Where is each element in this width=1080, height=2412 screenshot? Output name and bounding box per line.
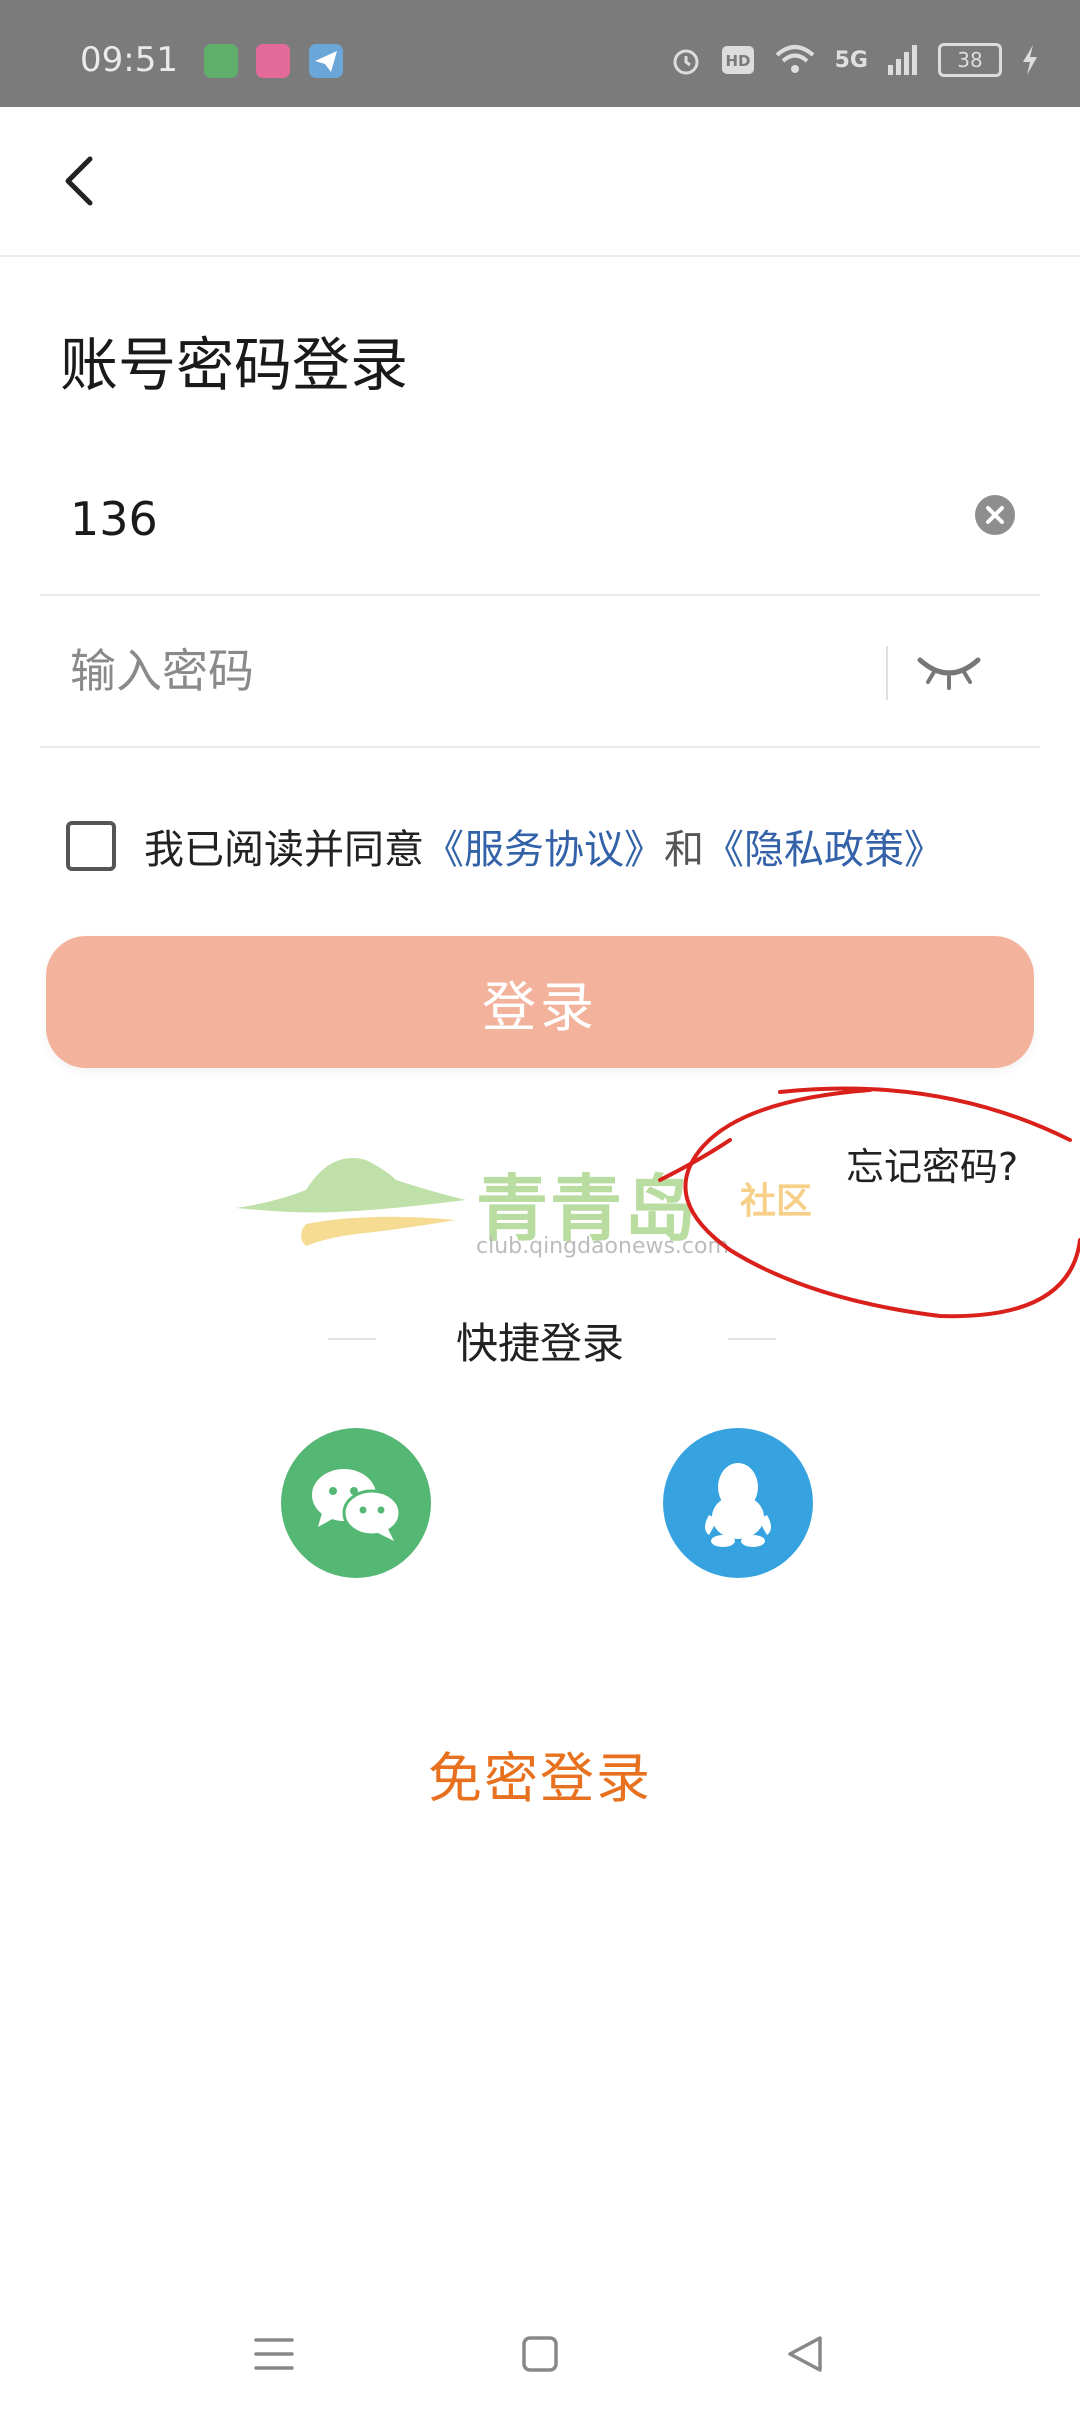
alarm-icon	[673, 49, 699, 75]
pink-app-icon	[256, 44, 290, 78]
phone-input[interactable]	[70, 484, 870, 554]
service-agreement-link[interactable]: 《服务协议》	[424, 817, 664, 875]
clear-phone-button[interactable]	[974, 494, 1016, 536]
clear-icon	[975, 495, 1015, 535]
watermark: 青青岛 社区 club.qingdaonews.com	[236, 1150, 836, 1270]
qq-login-button[interactable]	[663, 1428, 813, 1578]
watermark-url: club.qingdaonews.com	[476, 1234, 729, 1259]
battery-level: 38	[957, 48, 983, 72]
phone-field-row	[40, 444, 1040, 596]
back-nav-button[interactable]	[776, 2324, 836, 2384]
page-title: 账号密码登录	[60, 331, 409, 399]
toggle-password-visibility-button[interactable]	[914, 644, 984, 694]
wifi-icon	[775, 45, 814, 73]
menu-icon	[254, 2338, 294, 2370]
top-header	[0, 107, 1080, 257]
password-field-row	[40, 596, 1040, 748]
login-button[interactable]: 登录	[46, 936, 1034, 1068]
password-input[interactable]	[70, 636, 870, 706]
agreement-row: 我已阅读并同意 《服务协议》 和 《隐私政策》	[66, 818, 944, 874]
chevron-left-icon	[65, 156, 93, 206]
back-button[interactable]	[52, 149, 116, 213]
network-type: 5G	[834, 47, 868, 73]
system-nav-bar	[0, 2300, 1080, 2412]
quick-login-label: 快捷登录	[455, 1319, 624, 1368]
hd-icon: HD	[721, 46, 754, 74]
wechat-icon	[312, 1469, 402, 1541]
quick-login-header: 快捷登录	[0, 1310, 1080, 1370]
signal-icon	[888, 45, 917, 75]
home-icon	[522, 2336, 558, 2372]
back-triangle-icon	[788, 2336, 822, 2372]
qq-penguin-icon	[705, 1463, 771, 1547]
watermark-club: 社区	[740, 1181, 813, 1222]
status-time: 09:51	[80, 40, 178, 80]
divider-line-right	[728, 1338, 776, 1340]
eye-closed-icon	[917, 657, 981, 690]
status-bar: 09:51 HD 5G 38	[0, 0, 1080, 107]
wechat-login-button[interactable]	[281, 1428, 431, 1578]
privacy-policy-link[interactable]: 《隐私政策》	[704, 817, 944, 875]
home-nav-button[interactable]	[510, 2324, 570, 2384]
agreement-checkbox[interactable]	[66, 821, 116, 871]
svg-text:HD: HD	[725, 52, 750, 70]
field-divider	[886, 646, 888, 700]
agreement-prefix: 我已阅读并同意	[144, 827, 424, 873]
charging-icon	[1023, 45, 1037, 75]
message-app-icon	[204, 44, 238, 78]
agreement-and: 和	[664, 827, 704, 873]
menu-nav-button[interactable]	[244, 2324, 304, 2384]
status-icons: HD 5G 38	[669, 40, 1040, 80]
paper-plane-app-icon	[309, 44, 343, 78]
battery-indicator: 38	[938, 43, 1002, 77]
password-free-login-link[interactable]: 免密登录	[0, 1734, 1080, 1813]
forgot-password-link[interactable]: 忘记密码?	[846, 1136, 1018, 1191]
mountain-logo-icon	[236, 1158, 466, 1246]
